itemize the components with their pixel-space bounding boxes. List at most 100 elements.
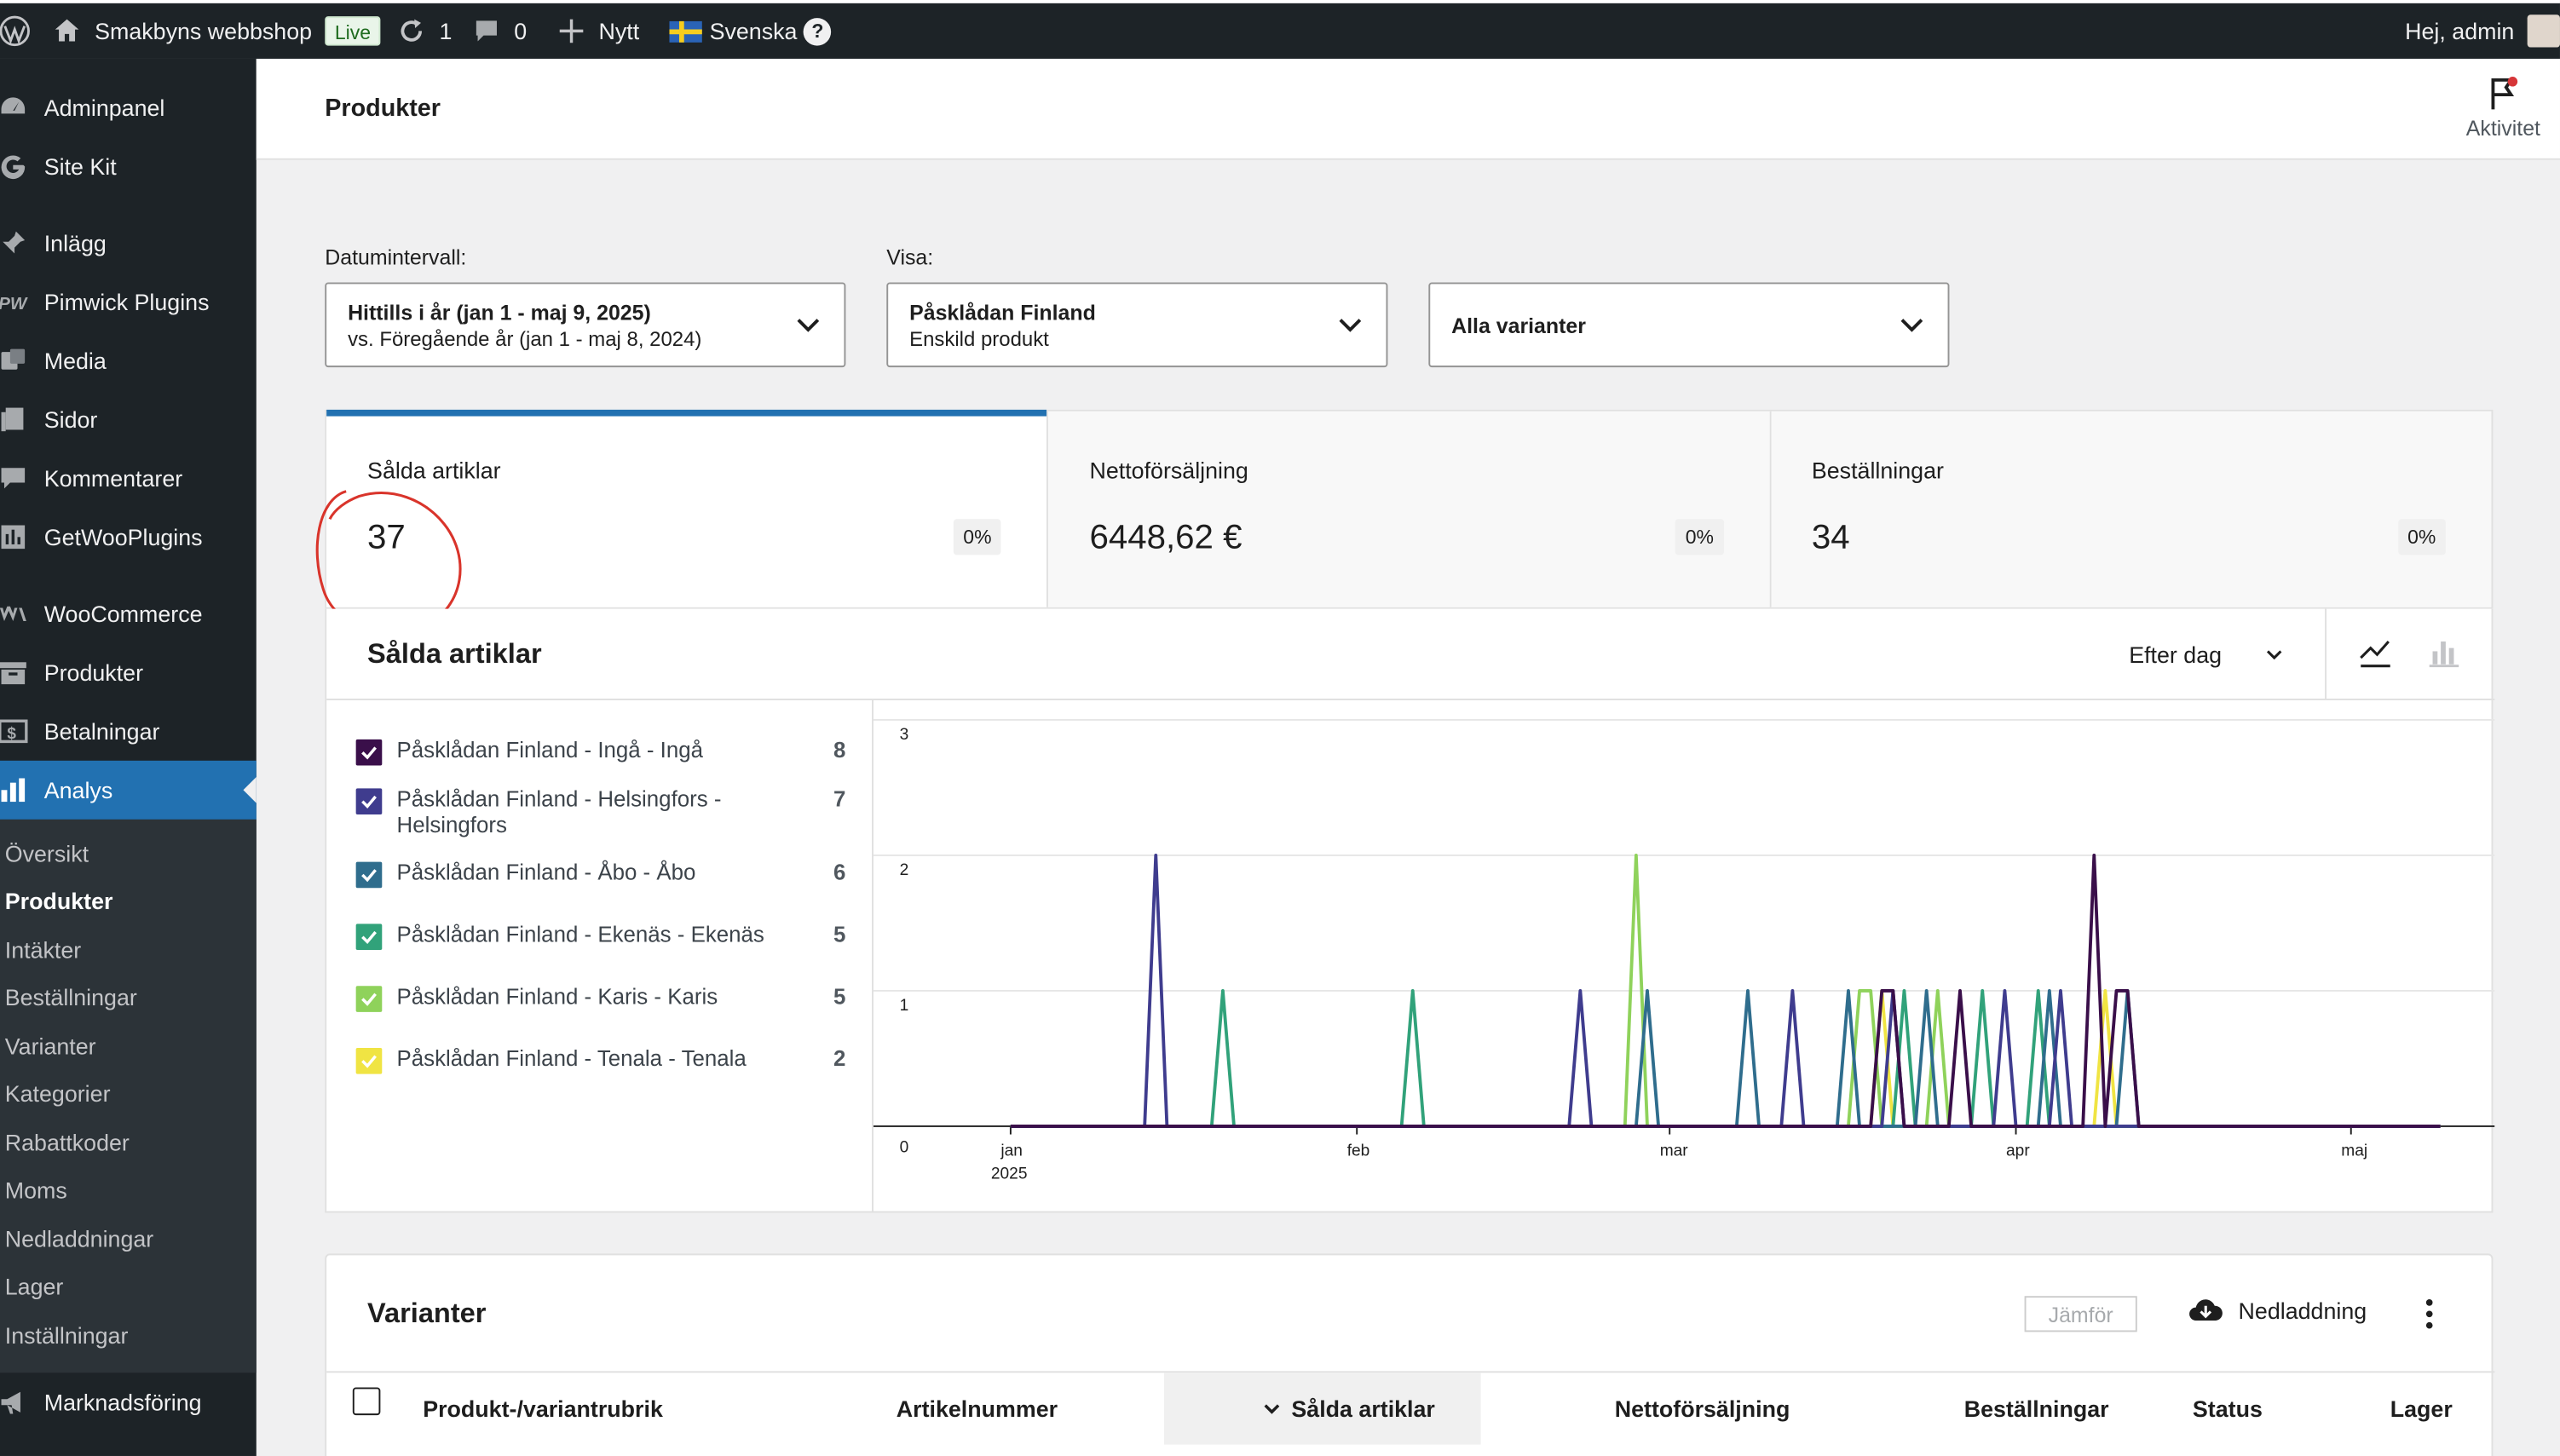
column-header-stock[interactable]: Lager	[2390, 1396, 2453, 1422]
legend-count: 5	[833, 984, 846, 1010]
sidebar-item-label: Sidor	[43, 406, 98, 433]
column-header-orders[interactable]: Beställningar	[1964, 1396, 2109, 1422]
column-header-status[interactable]: Status	[2193, 1396, 2263, 1422]
show-dropdown[interactable]: Påsklådan Finland Enskild produkt	[886, 282, 1388, 368]
refresh-icon	[401, 19, 423, 42]
legend-count: 2	[833, 1046, 846, 1071]
help-icon[interactable]: ?	[804, 17, 832, 45]
submenu-item[interactable]: Produkter	[0, 878, 257, 926]
sidebar-item-kommentarer[interactable]: Kommentarer	[0, 449, 257, 508]
submenu-item[interactable]: Inställningar	[0, 1310, 257, 1359]
sidebar-item-media[interactable]: Media	[0, 331, 257, 390]
date-range-dropdown[interactable]: Hittills i år (jan 1 - maj 9, 2025) vs. …	[325, 282, 846, 368]
sidebar-item-label: Adminpanel	[43, 95, 165, 121]
language-switcher[interactable]: Svenska ?	[668, 3, 832, 59]
variant-dropdown[interactable]: Alla varianter	[1428, 282, 1950, 368]
interval-select[interactable]: Efter dag	[2129, 642, 2284, 668]
submenu-item[interactable]: Rabattkoder	[0, 1118, 257, 1166]
site-name-link[interactable]: Smakbyns webbshop Live	[52, 3, 381, 59]
wordpress-logo-icon[interactable]	[0, 3, 36, 59]
swedish-flag-icon	[668, 20, 701, 42]
legend-checkbox[interactable]	[355, 986, 383, 1012]
x-tick-sublabel: 2025	[991, 1165, 1028, 1183]
activity-button[interactable]: Aktivitet	[2466, 75, 2540, 141]
activity-label: Aktivitet	[2465, 116, 2540, 141]
checkmark-icon	[361, 795, 377, 809]
media-icon	[0, 344, 29, 377]
y-tick-label: 1	[900, 997, 909, 1015]
submenu-item[interactable]: Varianter	[0, 1022, 257, 1070]
legend-checkbox[interactable]	[355, 788, 383, 815]
x-tick-label: jan	[1000, 1142, 1023, 1160]
card-delta: 0%	[1675, 519, 1724, 555]
submenu-item[interactable]: Nedladdningar	[0, 1214, 257, 1263]
sidebar-item-site-kit[interactable]: Site Kit	[0, 137, 257, 196]
divider	[2325, 608, 2327, 699]
legend-checkbox[interactable]	[355, 739, 383, 766]
submenu-item[interactable]: Moms	[0, 1166, 257, 1215]
submenu-item[interactable]: Kategorier	[0, 1070, 257, 1119]
sidebar-item-label: Media	[43, 348, 107, 374]
card-label: Nettoförsäljning	[1089, 457, 1248, 484]
column-header-net-sales[interactable]: Nettoförsäljning	[1615, 1396, 1790, 1422]
legend-count: 6	[833, 860, 846, 885]
checkmark-icon	[361, 746, 377, 760]
sidebar-item-getwooplugins[interactable]: GetWooPlugins	[0, 508, 257, 567]
sidebar-item-marknadsforing[interactable]: Marknadsföring	[0, 1372, 257, 1430]
summary-card-orders[interactable]: Beställningar 34 0%	[1770, 411, 2492, 607]
date-range-main: Hittills i år (jan 1 - maj 9, 2025)	[348, 299, 651, 325]
submenu-item[interactable]: Översikt	[0, 829, 257, 878]
legend-checkbox[interactable]	[355, 1048, 383, 1074]
my-account[interactable]: Hej, admin	[2405, 3, 2560, 59]
compare-button[interactable]: Jämför	[2024, 1296, 2137, 1332]
sidebar-item-sidor[interactable]: Sidor	[0, 390, 257, 449]
sidebar-item-label: Site Kit	[43, 153, 117, 180]
x-tick-label: apr	[2006, 1142, 2030, 1160]
submenu-item[interactable]: Beställningar	[0, 974, 257, 1022]
download-button[interactable]: Nedladdning	[2188, 1296, 2367, 1325]
site-name: Smakbyns webbshop	[95, 18, 313, 44]
sidebar-item-label: Marknadsföring	[43, 1388, 202, 1415]
y-tick-label: 3	[900, 726, 909, 744]
legend-checkbox[interactable]	[355, 861, 383, 889]
legend-checkbox[interactable]	[355, 924, 383, 951]
sort-desc-icon	[1264, 1404, 1280, 1414]
column-header-sku[interactable]: Artikelnummer	[897, 1396, 1058, 1422]
line-chart-icon[interactable]	[2357, 635, 2393, 670]
summary-card-net-sales[interactable]: Nettoförsäljning 6448,62 € 0%	[1048, 411, 1771, 607]
show-label: Visa:	[886, 245, 934, 270]
summary-card-items-sold[interactable]: Sålda artiklar 37 0%	[326, 409, 1049, 607]
select-all-checkbox[interactable]	[352, 1387, 381, 1416]
sidebar-item-produkter[interactable]: Produkter	[0, 643, 257, 702]
sidebar-item-inlagg[interactable]: Inlägg	[0, 214, 257, 273]
line-chart: 0 1 2 3 jan 2025 feb mar apr maj	[873, 718, 2495, 1183]
legend-count: 7	[833, 786, 846, 812]
updates-link[interactable]: 1	[397, 3, 452, 59]
chevron-down-icon	[1339, 319, 1362, 332]
sidebar-item-adminpanel[interactable]: Adminpanel	[0, 78, 257, 137]
y-tick-label: 2	[900, 861, 909, 879]
column-header-items-sold[interactable]: Sålda artiklar	[1262, 1396, 1435, 1422]
sidebar-item-analys[interactable]: Analys	[0, 760, 257, 820]
show-sub: Enskild produkt	[909, 327, 1049, 350]
submenu-item[interactable]: Lager	[0, 1263, 257, 1311]
sidebar-item-betalningar[interactable]: $ Betalningar	[0, 702, 257, 761]
sidebar-item-woocommerce[interactable]: WooCommerce	[0, 584, 257, 643]
checkmark-icon	[361, 869, 377, 883]
table-title: Varianter	[367, 1298, 487, 1329]
greeting: Hej, admin	[2405, 18, 2515, 44]
submenu-item[interactable]: Intäkter	[0, 925, 257, 974]
column-header-product[interactable]: Produkt-/variantrubrik	[423, 1396, 663, 1422]
more-vertical-icon[interactable]	[2419, 1294, 2439, 1333]
series-line-3	[1010, 989, 2441, 1128]
pw-logo-icon: PW	[0, 285, 29, 318]
sidebar-item-pimwick-plugins[interactable]: PW Pimwick Plugins	[0, 273, 257, 331]
comments-link[interactable]: 0	[471, 3, 527, 59]
page-header: Produkter Aktivitet	[256, 58, 2560, 160]
interval-label: Efter dag	[2129, 641, 2223, 668]
date-range-compare: vs. Föregående år (jan 1 - maj 8, 2024)	[348, 327, 702, 350]
woo-icon	[0, 597, 29, 630]
new-content-link[interactable]: Nytt	[556, 3, 639, 59]
variant-main: Alla varianter	[1451, 312, 1586, 337]
bar-chart-icon[interactable]	[2426, 635, 2462, 670]
